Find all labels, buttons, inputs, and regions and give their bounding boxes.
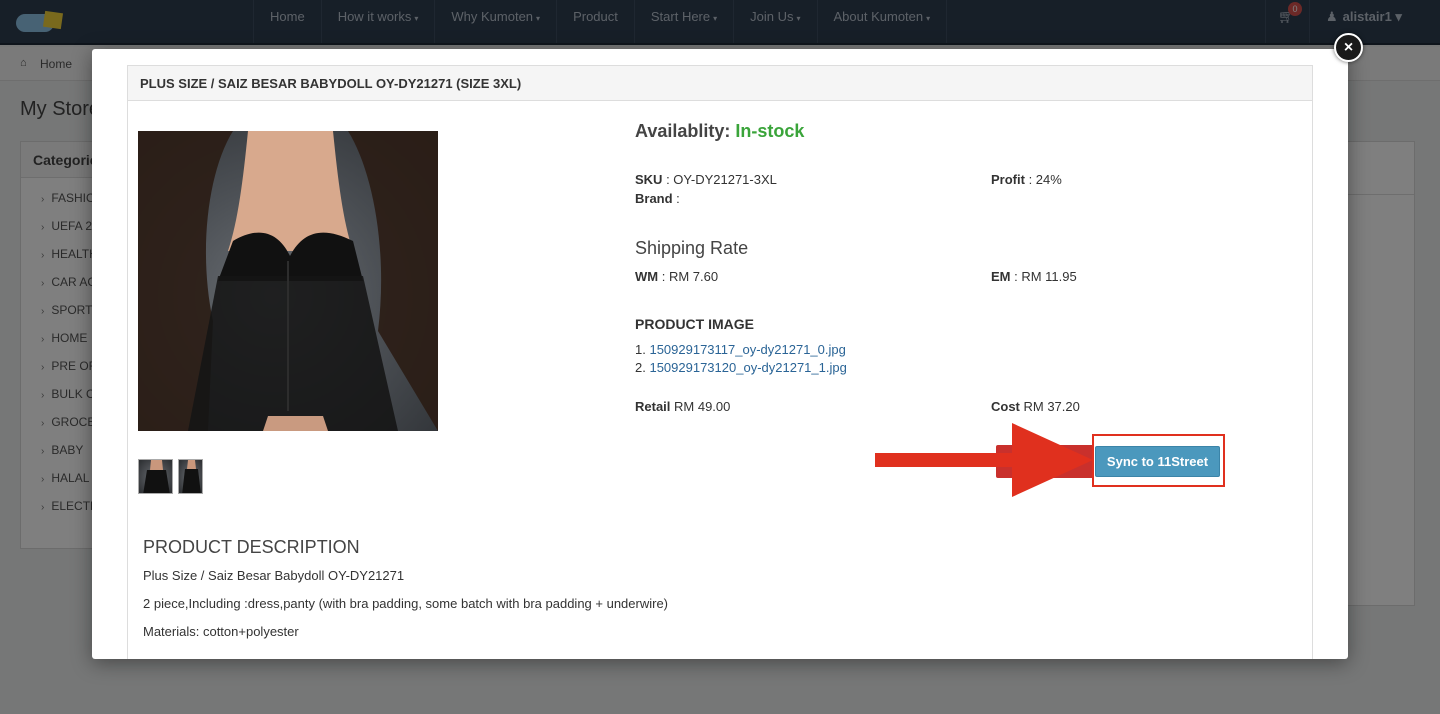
product-main-image: [138, 131, 438, 431]
image-number: 2.: [635, 360, 650, 375]
brand-label: Brand: [635, 191, 673, 206]
thumbnail-illustration: [143, 460, 170, 493]
product-title: PLUS SIZE / SAIZ BESAR BABYDOLL OY-DY212…: [140, 76, 522, 91]
image-number: 1.: [635, 342, 650, 357]
cost-label: Cost: [991, 399, 1020, 414]
product-image-item: 1. 150929173117_oy-dy21271_0.jpg: [635, 342, 846, 357]
wm-rate: WM : RM 7.60: [635, 269, 718, 284]
description-line: Plus Size / Saiz Besar Babydoll OY-DY212…: [143, 568, 405, 583]
description-line: Materials: cotton+polyester: [143, 624, 299, 639]
image-file-link[interactable]: 150929173120_oy-dy21271_1.jpg: [649, 360, 846, 375]
profit-label: Profit: [991, 172, 1025, 187]
brand-field: Brand :: [635, 191, 680, 206]
product-description-heading: PRODUCT DESCRIPTION: [143, 537, 360, 557]
em-label: EM: [991, 269, 1011, 284]
sku-value: : OY-DY21271-3XL: [662, 172, 777, 187]
product-detail-modal: PLUS SIZE / SAIZ BESAR BABYDOLL OY-DY212…: [92, 49, 1348, 659]
product-image-heading: PRODUCT IMAGE: [635, 316, 754, 332]
retail-price: Retail RM 49.00: [635, 399, 730, 414]
profit-value: : 24%: [1024, 172, 1062, 187]
sync-to-11street-button[interactable]: Sync to 11Street: [1095, 446, 1220, 477]
description-line: 2 piece,Including :dress,panty (with bra…: [143, 596, 669, 611]
product-photo-illustration: [138, 131, 438, 431]
em-rate: EM : RM 11.95: [991, 269, 1077, 284]
profit-field: Profit : 24%: [991, 172, 1062, 187]
product-panel-header: PLUS SIZE / SAIZ BESAR BABYDOLL OY-DY212…: [127, 65, 1313, 101]
wm-label: WM: [635, 269, 659, 284]
product-image-item: 2. 150929173120_oy-dy21271_1.jpg: [635, 360, 847, 375]
em-value: : RM 11.95: [1010, 269, 1077, 284]
modal-close-button[interactable]: ×: [1334, 33, 1363, 62]
retail-value: RM 49.00: [670, 399, 731, 414]
retail-label: Retail: [635, 399, 671, 414]
product-thumbnail[interactable]: [178, 459, 203, 494]
product-thumbnail[interactable]: [138, 459, 173, 494]
shipping-rate-heading: Shipping Rate: [635, 238, 749, 258]
thumbnail-illustration: [182, 460, 201, 493]
annotation-arrow: [875, 423, 1093, 497]
brand-value: :: [672, 191, 680, 206]
image-file-link[interactable]: 150929173117_oy-dy21271_0.jpg: [649, 342, 845, 357]
availability-status: In-stock: [735, 121, 805, 141]
sku-label: SKU: [635, 172, 663, 187]
availability-label: Availablity:: [635, 121, 731, 141]
availability: Availablity: In-stock: [635, 121, 804, 142]
sku-field: SKU : OY-DY21271-3XL: [635, 172, 777, 187]
cost-value: RM 37.20: [1019, 399, 1080, 414]
cost-price: Cost RM 37.20: [991, 399, 1080, 414]
wm-value: : RM 7.60: [658, 269, 719, 284]
